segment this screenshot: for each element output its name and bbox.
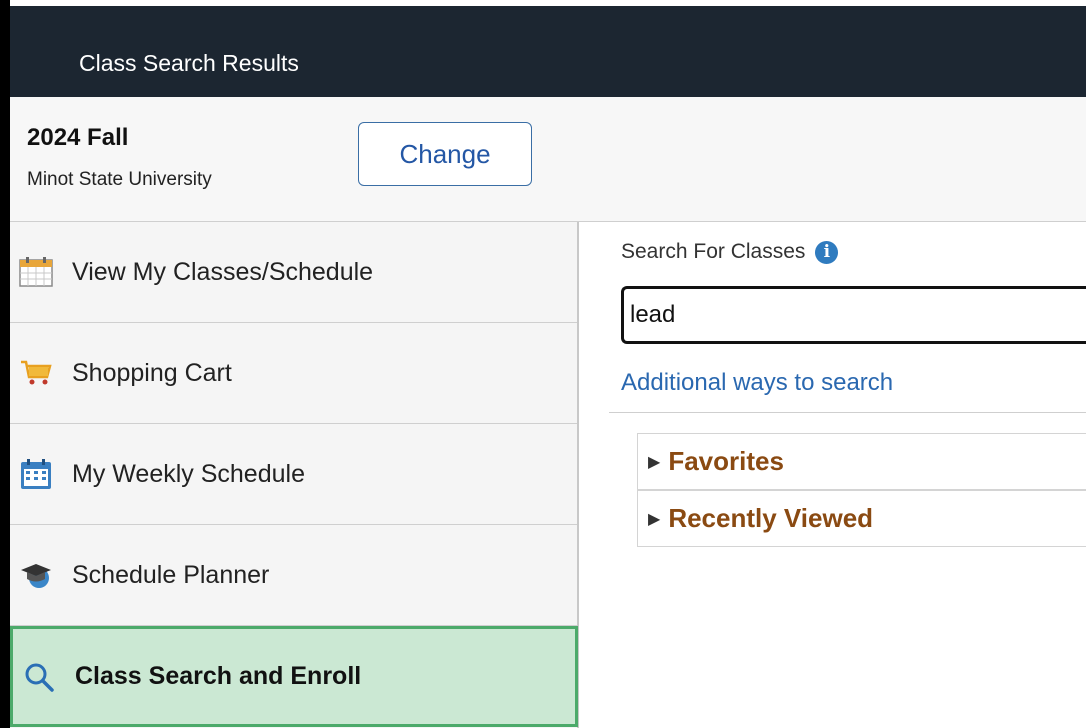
- sidebar-item-class-search[interactable]: Class Search and Enroll: [10, 626, 578, 727]
- sidebar-nav: View My Classes/Schedule Shopping Cart M…: [10, 222, 579, 728]
- favorites-accordion[interactable]: ▶ Favorites: [637, 433, 1086, 490]
- page-header: Class Search Results: [10, 6, 1086, 97]
- search-for-classes-label: Search For Classes i: [621, 240, 839, 264]
- sidebar-item-label: My Weekly Schedule: [72, 459, 305, 488]
- divider: [609, 412, 1086, 413]
- sidebar-item-view-my-classes[interactable]: View My Classes/Schedule: [10, 222, 577, 323]
- info-icon[interactable]: i: [815, 240, 839, 264]
- accordion-label: Favorites: [668, 446, 784, 476]
- sidebar-item-weekly-schedule[interactable]: My Weekly Schedule: [10, 424, 577, 525]
- weekly-calendar-icon: [18, 456, 54, 492]
- app-frame: Class Search Results 2024 Fall Minot Sta…: [10, 0, 1086, 728]
- sidebar-item-label: View My Classes/Schedule: [72, 257, 374, 286]
- accordion-label: Recently Viewed: [668, 503, 874, 533]
- institution-name: Minot State University: [27, 169, 212, 190]
- shopping-cart-icon: [18, 355, 54, 391]
- search-panel: Search For Classes i Additional ways to …: [609, 222, 1086, 728]
- sidebar-item-shopping-cart[interactable]: Shopping Cart: [10, 323, 577, 424]
- expand-triangle-icon: ▶: [648, 453, 661, 471]
- term-name: 2024 Fall: [27, 124, 129, 151]
- change-term-button[interactable]: Change: [358, 122, 532, 186]
- search-icon: [21, 659, 57, 695]
- sidebar-item-label: Schedule Planner: [72, 560, 270, 589]
- recently-viewed-accordion[interactable]: ▶ Recently Viewed: [637, 490, 1086, 547]
- graduation-cap-icon: [18, 557, 54, 593]
- sidebar-item-schedule-planner[interactable]: Schedule Planner: [10, 525, 577, 626]
- additional-ways-to-search-link[interactable]: Additional ways to search: [621, 369, 893, 397]
- calendar-icon: [18, 254, 54, 290]
- class-search-input[interactable]: [621, 286, 1086, 344]
- sidebar-item-label: Shopping Cart: [72, 358, 232, 387]
- page-title: Class Search Results: [79, 50, 299, 76]
- search-label-text: Search For Classes: [621, 240, 806, 263]
- term-bar: 2024 Fall Minot State University Change: [10, 97, 1086, 222]
- sidebar-item-label: Class Search and Enroll: [75, 662, 362, 690]
- expand-triangle-icon: ▶: [648, 510, 661, 528]
